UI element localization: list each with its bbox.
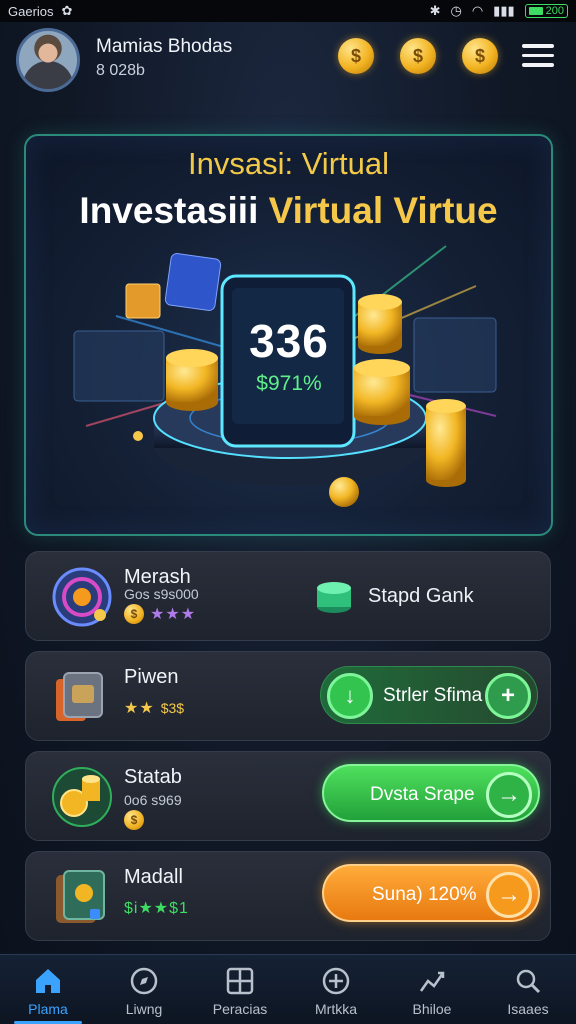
- action-pill[interactable]: Suna) 120% →: [322, 864, 540, 922]
- nav-label: Mrtkka: [315, 1001, 357, 1017]
- list-item-madall[interactable]: Madall $i★★$1 Suna) 120% →: [25, 851, 551, 941]
- arrow-right-icon[interactable]: →: [486, 772, 532, 818]
- hero-title-white: Investasiii: [79, 190, 269, 231]
- coin-stack-left: [166, 349, 218, 411]
- list-item-merash[interactable]: Merash Gos s9s000 $ ★★★ Stapd Gank: [25, 551, 551, 641]
- item-action[interactable]: Stapd Gank: [314, 576, 474, 616]
- action-pill[interactable]: ↓ Strler Sfima +: [320, 666, 538, 724]
- dollar-coin-icon[interactable]: $: [400, 38, 436, 74]
- wallet-book-icon: [56, 672, 103, 721]
- nav-item-liwng[interactable]: Liwng: [96, 955, 192, 1024]
- menu-icon[interactable]: [522, 44, 554, 68]
- coins-icon: [52, 767, 112, 827]
- ledger-book-icon: [56, 870, 105, 923]
- nav-item-bhiloe[interactable]: Bhiloe: [384, 955, 480, 1024]
- status-bar: Gaerios ✿ ✱ ◷ ◠ ▮▮▮ 200: [0, 0, 576, 22]
- nav-label: Liwng: [125, 1001, 163, 1017]
- hero-title: Investasiii Virtual Virtue: [26, 190, 551, 232]
- action-label: Stapd Gank: [368, 584, 474, 607]
- nav-label: Isaaes: [507, 1001, 549, 1017]
- list-item-piwen[interactable]: Piwen ★★ $3$ ↓ Strler Sfima +: [25, 651, 551, 741]
- hero-percent: $971%: [256, 372, 322, 395]
- wifi-icon: ◠: [471, 3, 484, 18]
- star-rating: ★★: [124, 700, 155, 717]
- nav-label: Peracias: [212, 1001, 268, 1017]
- dollar-coin-icon[interactable]: $: [338, 38, 374, 74]
- battery-level: 200: [545, 5, 564, 17]
- plus-icon[interactable]: +: [485, 673, 531, 719]
- star-rating: $i★★$1: [124, 900, 189, 917]
- compass-icon: [130, 967, 158, 995]
- item-code: $3$: [160, 700, 185, 716]
- star-rating: ★★★: [150, 606, 197, 623]
- search-icon: [516, 969, 541, 994]
- item-code: Gos s9s000: [124, 586, 199, 602]
- action-label: Suna) 120%: [372, 884, 477, 905]
- action-label: Strler Sfima: [383, 685, 483, 706]
- coin-icon: $: [124, 604, 144, 624]
- nav-item-plama[interactable]: Plama: [0, 955, 96, 1024]
- user-name: Mamias Bhodas: [96, 36, 233, 57]
- bottom-nav: Plama Liwng Peracias Mrtkka Bhiloe Isaae…: [0, 954, 576, 1024]
- coin-icon: $: [124, 810, 144, 830]
- user-avatar[interactable]: [16, 28, 80, 92]
- coin-bag-icon[interactable]: $: [462, 38, 498, 74]
- item-rating: $i★★$1: [124, 898, 189, 918]
- hero-banner[interactable]: Invsasi: Virtual Investasiii Virtual Vir…: [24, 134, 553, 536]
- download-icon: ↓: [327, 673, 373, 719]
- bluetooth-icon: ✱: [429, 3, 441, 18]
- settings-gear-icon: ✿: [61, 3, 73, 18]
- item-coin-row: $: [124, 810, 144, 830]
- hero-title-gold: Virtual Virtue: [268, 190, 498, 231]
- item-rating: ★★ $3$: [124, 698, 184, 718]
- user-id: 8 028b: [96, 62, 145, 79]
- hero-value: 336: [249, 315, 329, 367]
- coin-stack-icon: [317, 582, 351, 613]
- item-title: Piwen: [124, 666, 179, 688]
- plus-circle-icon: [322, 967, 350, 995]
- app-header: Mamias Bhodas 8 028b $ $ $: [0, 22, 576, 98]
- item-subtitle: Gos s9s000: [124, 586, 199, 602]
- orbit-target-icon: [52, 567, 112, 627]
- nav-item-peracias[interactable]: Peracias: [192, 955, 288, 1024]
- nav-label: Plama: [28, 1001, 68, 1017]
- hero-subtitle: Invsasi: Virtual: [187, 146, 389, 181]
- home-icon: [36, 969, 60, 993]
- nav-item-mrtkka[interactable]: Mrtkka: [288, 955, 384, 1024]
- action-pill[interactable]: Dvsta Srape →: [322, 764, 540, 822]
- chart-icon: [419, 971, 445, 992]
- action-label: Dvsta Srape: [370, 784, 475, 805]
- item-code: 0o6 s969: [124, 792, 182, 808]
- battery-icon: 200: [524, 4, 568, 18]
- nav-label: Bhiloe: [412, 1001, 452, 1017]
- alarm-icon: ◷: [450, 3, 462, 18]
- carrier-label: Gaerios: [8, 3, 54, 19]
- grid-icon: [226, 967, 254, 995]
- list-item-statab[interactable]: Statab 0o6 s969 $ Dvsta Srape →: [25, 751, 551, 841]
- nav-item-isaaes[interactable]: Isaaes: [480, 955, 576, 1024]
- item-title: Madall: [124, 866, 183, 888]
- signal-icon: ▮▮▮: [493, 3, 515, 18]
- item-subtitle: 0o6 s969: [124, 792, 182, 808]
- item-title: Statab: [124, 766, 182, 788]
- item-rating: $ ★★★: [124, 604, 196, 624]
- arrow-right-icon[interactable]: →: [486, 872, 532, 918]
